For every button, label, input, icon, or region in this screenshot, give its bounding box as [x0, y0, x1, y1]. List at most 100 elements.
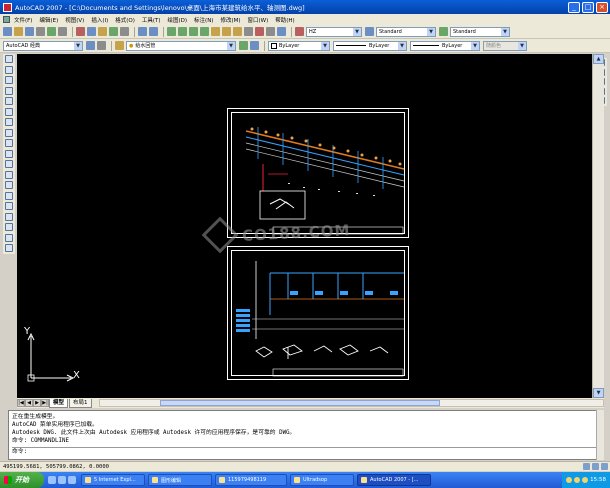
preview-icon[interactable] — [47, 27, 56, 36]
menu-draw[interactable]: 绘图(D) — [168, 16, 188, 24]
region-icon[interactable] — [5, 223, 13, 231]
tab-first-icon[interactable]: |◀ — [17, 399, 25, 407]
markup-icon[interactable] — [255, 27, 264, 36]
clean-screen-icon[interactable] — [601, 463, 608, 470]
command-scrollbar[interactable] — [596, 410, 604, 460]
layer-select[interactable]: ● 给水回管 ▼ — [126, 40, 236, 51]
design-center-icon[interactable] — [222, 27, 231, 36]
lock-icon[interactable] — [583, 463, 590, 470]
table-icon[interactable] — [5, 233, 13, 242]
insert-block-icon[interactable] — [5, 170, 13, 179]
paste-icon[interactable] — [98, 27, 107, 36]
circle-icon[interactable] — [5, 118, 13, 126]
match-properties-icon[interactable] — [109, 27, 118, 36]
tool-palettes-icon[interactable] — [233, 27, 242, 36]
layer-manager-icon[interactable] — [115, 41, 124, 50]
dim-style-select[interactable]: Standard ▼ — [376, 26, 436, 37]
rectangle-icon[interactable] — [5, 97, 13, 105]
save-icon[interactable] — [25, 27, 34, 36]
line-icon[interactable] — [5, 55, 13, 63]
spline-icon[interactable] — [5, 139, 13, 147]
cut-icon[interactable] — [76, 27, 85, 36]
pan-icon[interactable] — [167, 27, 176, 36]
maximize-button[interactable]: □ — [582, 1, 594, 13]
redo-icon[interactable] — [149, 27, 158, 36]
menu-format[interactable]: 格式(O) — [115, 16, 135, 24]
scroll-thumb[interactable] — [159, 400, 440, 406]
command-prompt[interactable]: 命令: — [12, 447, 600, 456]
make-block-icon[interactable] — [5, 181, 13, 189]
tab-prev-icon[interactable]: ◀ — [25, 399, 33, 407]
scroll-down-icon[interactable]: ▼ — [593, 388, 604, 398]
table-style-select[interactable]: Standard ▼ — [450, 26, 510, 37]
task-ultradsop[interactable]: Ultradsop — [290, 474, 354, 486]
tab-layout1[interactable]: 布局1 — [69, 398, 92, 408]
quickcalc-icon[interactable] — [266, 27, 275, 36]
ellipse-icon[interactable] — [5, 149, 13, 158]
workspace-select[interactable]: AutoCAD 经典 ▼ — [3, 40, 83, 51]
command-window[interactable]: 正在重生成模型。 AutoCAD 菜单实用程序已加载。 Autodesk DWG… — [8, 410, 604, 460]
point-icon[interactable] — [5, 191, 13, 200]
copy-icon[interactable] — [87, 27, 96, 36]
help-icon[interactable] — [277, 27, 286, 36]
menu-tools[interactable]: 工具(T) — [142, 16, 161, 24]
autocad-app-icon[interactable] — [3, 2, 12, 12]
horizontal-scrollbar[interactable] — [98, 399, 604, 407]
zoom-previous-icon[interactable] — [200, 27, 209, 36]
task-internet-explorer[interactable]: 5 Internet Expl... — [81, 474, 145, 486]
properties-icon[interactable] — [211, 27, 220, 36]
ie-icon[interactable] — [48, 476, 56, 484]
sheet-set-icon[interactable] — [244, 27, 253, 36]
ellipse-arc-icon[interactable] — [5, 160, 13, 168]
tab-last-icon[interactable]: ▶| — [41, 399, 49, 407]
task-autocad[interactable]: AutoCAD 2007 - [... — [357, 474, 431, 486]
revision-cloud-icon[interactable] — [5, 128, 13, 137]
menu-insert[interactable]: 插入(I) — [91, 16, 108, 24]
zoom-window-icon[interactable] — [189, 27, 198, 36]
vertical-scrollbar[interactable]: ▲ ▼ — [592, 54, 604, 398]
layer-previous-icon[interactable] — [250, 41, 259, 50]
undo-icon[interactable] — [138, 27, 147, 36]
menu-file[interactable]: 文件(F) — [14, 16, 32, 24]
task-image-editor[interactable]: 图形编辑 — [148, 474, 212, 486]
menu-modify[interactable]: 修改(M) — [220, 16, 240, 24]
show-desktop-icon[interactable] — [58, 476, 66, 484]
make-object-layer-current-icon[interactable] — [239, 41, 248, 50]
menu-dimension[interactable]: 标注(N) — [194, 16, 213, 24]
document-icon[interactable] — [3, 16, 10, 23]
linetype-select[interactable]: ByLayer ▼ — [333, 40, 407, 51]
menu-view[interactable]: 视图(V) — [65, 16, 84, 24]
gradient-icon[interactable] — [5, 212, 13, 221]
plotstyle-select[interactable]: 随颜色 ▼ — [483, 40, 527, 51]
new-icon[interactable] — [3, 27, 12, 36]
drawing-canvas[interactable]: CO188.COM Y X — [17, 54, 592, 398]
zoom-realtime-icon[interactable] — [178, 27, 187, 36]
arc-icon[interactable] — [5, 107, 13, 116]
multiline-text-icon[interactable] — [5, 244, 13, 252]
lineweight-select[interactable]: ByLayer ▼ — [410, 40, 480, 51]
minimize-button[interactable]: _ — [568, 1, 580, 13]
text-style-select[interactable]: HZ ▼ — [306, 26, 362, 37]
open-icon[interactable] — [14, 27, 23, 36]
menu-window[interactable]: 窗口(W) — [248, 16, 269, 24]
menu-edit[interactable]: 编辑(E) — [39, 16, 58, 24]
block-editor-icon[interactable] — [120, 27, 129, 36]
construction-line-icon[interactable] — [5, 65, 13, 74]
workspace-save-icon[interactable] — [97, 41, 106, 50]
close-button[interactable]: × — [596, 1, 608, 13]
tab-next-icon[interactable]: ▶ — [33, 399, 41, 407]
task-folder[interactable]: 115979498119 — [215, 474, 287, 486]
tab-model[interactable]: 模型 — [49, 398, 69, 408]
color-select[interactable]: ByLayer ▼ — [268, 40, 330, 51]
menu-help[interactable]: 帮助(H) — [275, 16, 294, 24]
start-button[interactable]: 开始 — [0, 472, 44, 488]
workspace-settings-icon[interactable] — [86, 41, 95, 50]
tray-icon[interactable] — [582, 477, 589, 483]
hatch-icon[interactable] — [5, 202, 13, 210]
tray-icon[interactable] — [566, 477, 573, 483]
scroll-up-icon[interactable]: ▲ — [593, 54, 604, 64]
print-icon[interactable] — [36, 27, 45, 36]
media-player-icon[interactable] — [68, 476, 76, 484]
tray-icon[interactable] — [574, 477, 581, 483]
polygon-icon[interactable] — [5, 86, 13, 95]
